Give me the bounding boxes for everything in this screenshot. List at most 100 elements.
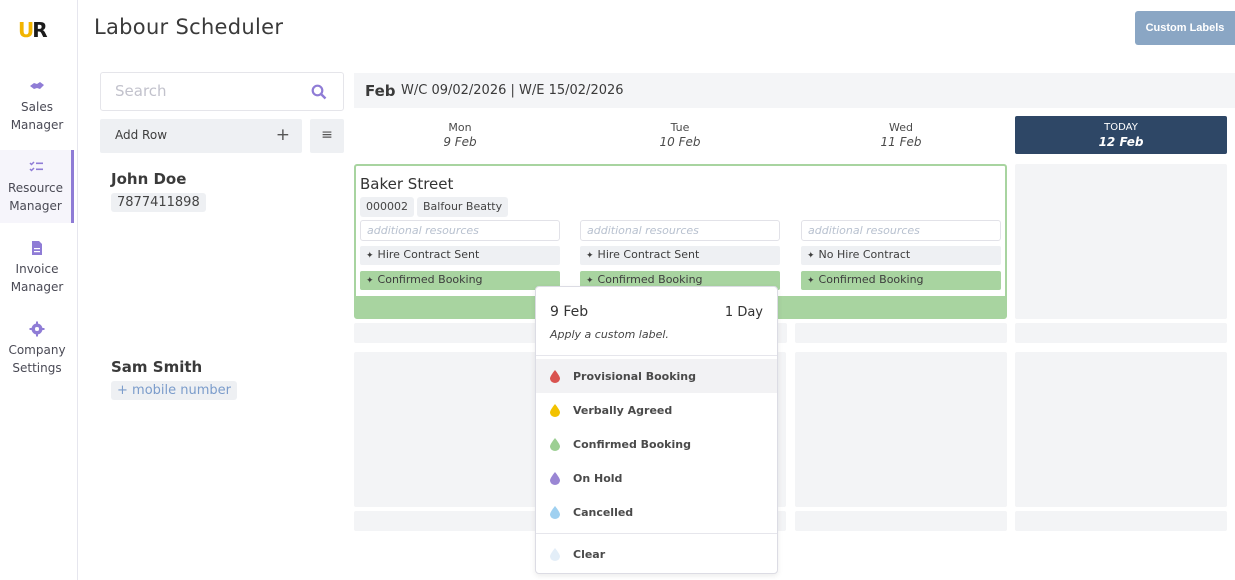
purple-drop-icon [550, 472, 560, 485]
pin-icon: ✦ [586, 276, 594, 286]
day-date: 12 Feb [1098, 135, 1144, 149]
list-check-icon [28, 161, 43, 172]
person-name: Sam Smith [111, 358, 203, 376]
booking-status-pill[interactable]: ✦ Confirmed Booking [801, 271, 1001, 290]
day-name: TODAY [1104, 122, 1138, 133]
popup-subtitle: Apply a custom label. [550, 328, 669, 341]
green-drop-icon [550, 438, 560, 451]
day-date: 11 Feb [880, 135, 922, 149]
add-mobile-number[interactable]: + mobile number [111, 381, 237, 400]
label-option-verbally-agreed[interactable]: Verbally Agreed [536, 393, 777, 427]
option-label: Clear [573, 548, 606, 561]
contract-status-pill[interactable]: ✦ No Hire Contract [801, 246, 1001, 265]
sidebar-item-label: Sales [21, 100, 53, 114]
search-icon[interactable] [311, 84, 327, 100]
pin-icon: ✦ [807, 276, 815, 286]
booking-title[interactable]: Baker Street [360, 175, 453, 193]
booking-tag-job-number: 000002 [360, 197, 414, 217]
contract-status-label: Hire Contract Sent [377, 248, 480, 261]
page-title: Labour Scheduler [94, 15, 284, 39]
label-option-confirmed-booking[interactable]: Confirmed Booking [536, 427, 777, 461]
booking-status-label: Confirmed Booking [818, 273, 924, 286]
pin-icon: ✦ [366, 251, 374, 261]
label-option-provisional-booking[interactable]: Provisional Booking [536, 359, 777, 393]
option-label: Confirmed Booking [573, 438, 691, 451]
menu-button[interactable]: ≡ [310, 119, 344, 153]
pin-icon: ✦ [586, 251, 594, 261]
booking-tag-client: Balfour Beatty [417, 197, 509, 217]
contract-status-label: No Hire Contract [818, 248, 911, 261]
additional-resources-input[interactable]: additional resources [801, 220, 1001, 241]
additional-resources-input[interactable]: additional resources [580, 220, 780, 241]
booking-status-label: Confirmed Booking [597, 273, 703, 286]
plus-icon: + [275, 125, 290, 145]
schedule-strip[interactable] [795, 511, 1007, 531]
invoice-icon [32, 241, 42, 255]
sidebar-item-label: Company [8, 343, 66, 357]
search-input[interactable] [115, 82, 295, 100]
person-name: John Doe [111, 170, 187, 188]
red-drop-icon [550, 370, 560, 383]
sidebar-item-invoice-manager[interactable]: Invoice Manager [0, 240, 74, 296]
day-name: Tue [670, 121, 690, 134]
custom-label-popup: 9 Feb 1 Day Apply a custom label. Provis… [535, 286, 778, 574]
logo: UR [18, 18, 48, 42]
schedule-strip[interactable] [1015, 511, 1227, 531]
booking-status-pill[interactable]: ✦ Confirmed Booking [360, 271, 560, 290]
sidebar-item-label: Manager [10, 118, 64, 132]
search-box [100, 72, 344, 111]
day-header-mon[interactable]: Mon 9 Feb [354, 121, 566, 149]
contract-status-pill[interactable]: ✦ Hire Contract Sent [580, 246, 780, 265]
sidebar-item-sales-manager[interactable]: Sales Manager [0, 78, 74, 134]
sidebar-item-label: Settings [12, 361, 62, 375]
day-date: 10 Feb [659, 135, 701, 149]
schedule-strip[interactable] [1015, 323, 1227, 343]
pin-icon: ✦ [807, 251, 815, 261]
day-header-tue[interactable]: Tue 10 Feb [574, 121, 786, 149]
sidebar: UR Sales Manager Resource Manager Invoic… [0, 0, 78, 580]
booking-status-label: Confirmed Booking [377, 273, 483, 286]
week-header: Feb W/C 09/02/2026 | W/E 15/02/2026 [354, 73, 1235, 108]
popup-duration: 1 Day [724, 305, 763, 320]
week-range: W/C 09/02/2026 | W/E 15/02/2026 [401, 83, 624, 98]
option-label: Cancelled [573, 506, 634, 519]
person-phone[interactable]: 7877411898 [111, 193, 206, 212]
contract-status-pill[interactable]: ✦ Hire Contract Sent [360, 246, 560, 265]
sidebar-item-label: Manager [10, 280, 64, 294]
popup-date: 9 Feb [550, 304, 589, 320]
contract-status-label: Hire Contract Sent [597, 248, 700, 261]
yellow-drop-icon [550, 404, 560, 417]
add-row-label: Add Row [115, 128, 168, 142]
day-date: 9 Feb [443, 135, 477, 149]
day-name: Mon [448, 121, 472, 134]
additional-resources-input[interactable]: additional resources [360, 220, 560, 241]
day-name: Wed [889, 121, 913, 134]
schedule-strip[interactable] [795, 323, 1007, 343]
app: UR Sales Manager Resource Manager Invoic… [0, 0, 1235, 580]
sidebar-item-label: Invoice [15, 262, 59, 276]
custom-labels-button[interactable]: Custom Labels [1135, 11, 1235, 45]
add-row-button[interactable]: Add Row + [100, 119, 302, 153]
sidebar-item-company-settings[interactable]: Company Settings [0, 321, 74, 377]
sidebar-item-label: Resource [7, 181, 64, 195]
label-option-clear[interactable]: Clear [536, 537, 777, 571]
option-label: On Hold [573, 472, 623, 485]
popup-divider [536, 533, 777, 534]
schedule-cell[interactable] [1015, 164, 1227, 319]
label-option-cancelled[interactable]: Cancelled [536, 495, 777, 529]
clear-drop-icon [550, 548, 560, 561]
blue-drop-icon [550, 506, 560, 519]
schedule-cell[interactable] [795, 352, 1007, 507]
popup-divider [536, 355, 777, 356]
week-month: Feb [365, 82, 396, 100]
label-option-on-hold[interactable]: On Hold [536, 461, 777, 495]
option-label: Provisional Booking [573, 370, 697, 383]
schedule-cell[interactable] [1015, 352, 1227, 507]
gear-icon [29, 321, 45, 337]
day-header-wed[interactable]: Wed 11 Feb [795, 121, 1007, 149]
handshake-icon [30, 82, 44, 89]
sidebar-item-resource-manager[interactable]: Resource Manager [0, 150, 74, 223]
pin-icon: ✦ [366, 276, 374, 286]
day-header-today[interactable]: TODAY 12 Feb [1015, 116, 1227, 154]
sidebar-item-label: Manager [9, 199, 62, 213]
